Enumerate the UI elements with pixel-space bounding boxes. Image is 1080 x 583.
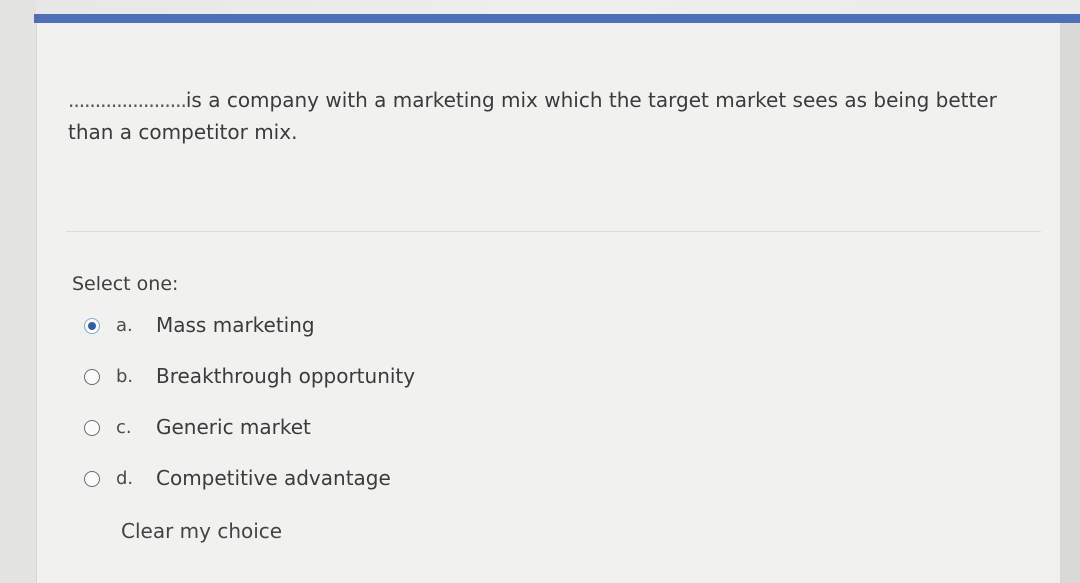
option-a-letter: a.: [116, 315, 133, 336]
option-b-label[interactable]: Breakthrough opportunity: [156, 364, 415, 388]
clear-choice-link[interactable]: Clear my choice: [121, 519, 282, 543]
question-body: is a company with a marketing mix which …: [68, 88, 997, 144]
radio-a[interactable]: [84, 318, 100, 334]
radio-d[interactable]: [84, 471, 100, 487]
option-c-label[interactable]: Generic market: [156, 415, 311, 439]
option-d[interactable]: d. Competitive advantage: [84, 464, 391, 494]
option-d-letter: d.: [116, 468, 134, 489]
option-d-label[interactable]: Competitive advantage: [156, 466, 391, 490]
radio-c[interactable]: [84, 420, 100, 436]
question-blank: ......................: [68, 88, 187, 112]
divider: [66, 231, 1041, 232]
radio-b[interactable]: [84, 369, 100, 385]
option-a[interactable]: a. Mass marketing: [84, 311, 315, 341]
option-c[interactable]: c. Generic market: [84, 413, 311, 443]
accent-bar: [34, 14, 1080, 23]
option-a-label[interactable]: Mass marketing: [156, 313, 315, 337]
option-b-letter: b.: [116, 366, 134, 387]
quiz-screen: ......................is a company with …: [0, 0, 1080, 583]
option-c-letter: c.: [116, 417, 132, 438]
option-b[interactable]: b. Breakthrough opportunity: [84, 362, 415, 392]
right-margin: [1060, 23, 1080, 583]
select-one-prompt: Select one:: [72, 273, 179, 295]
left-margin: [0, 0, 36, 583]
question-text: ......................is a company with …: [68, 84, 1043, 148]
